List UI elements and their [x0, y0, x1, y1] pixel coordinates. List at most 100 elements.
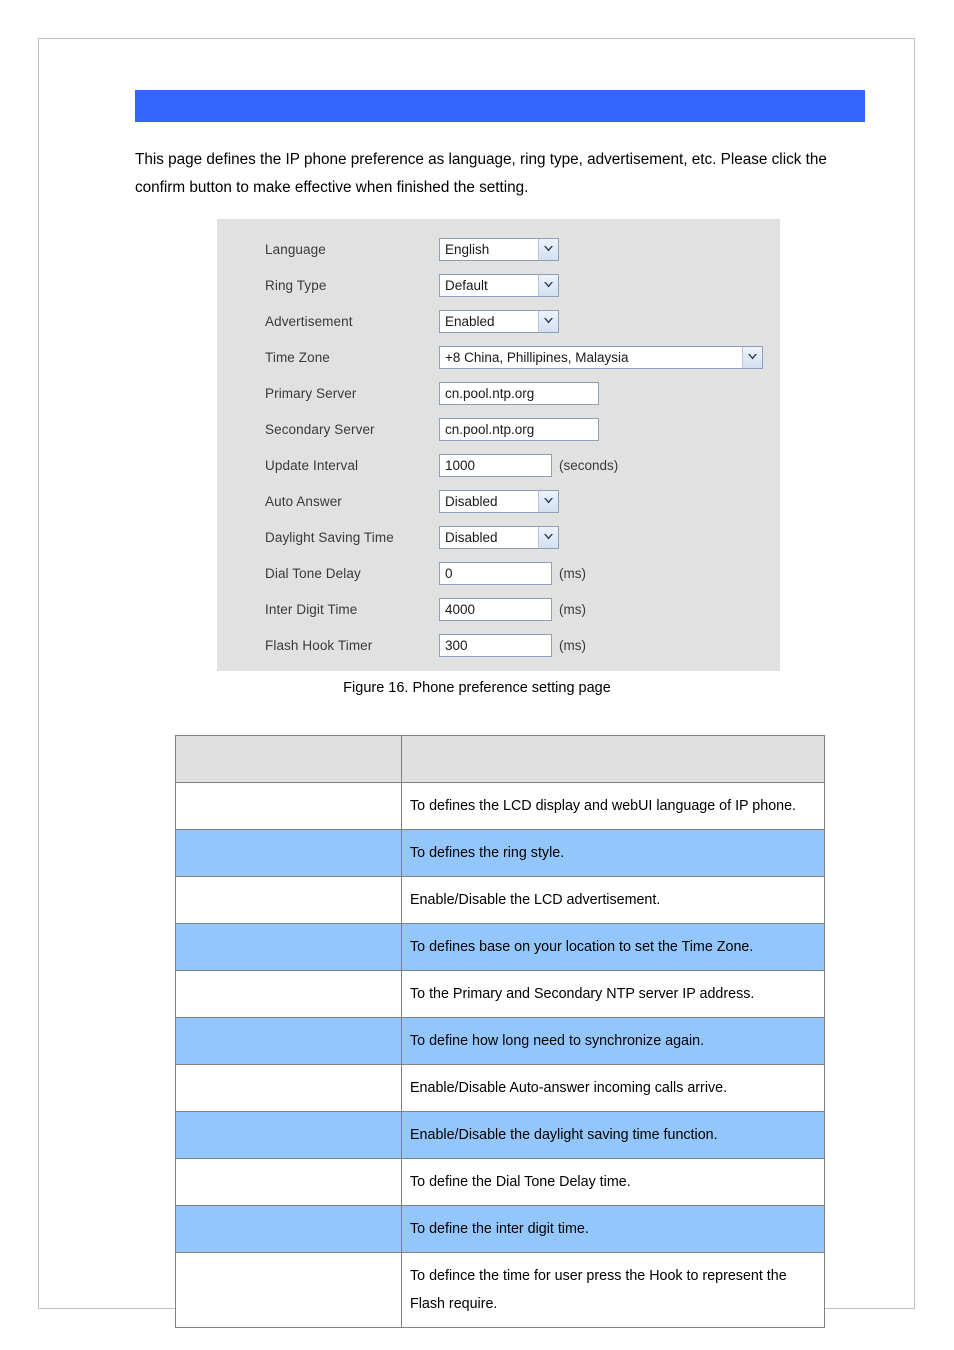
field-wrapper: +8 China, Phillipines, Malaysia [439, 345, 763, 369]
form-row: Primary Server cn.pool.ntp.org [217, 375, 780, 411]
select-time-zone[interactable]: +8 China, Phillipines, Malaysia [439, 345, 763, 369]
field-wrapper: Disabled [439, 489, 559, 513]
chevron-down-icon[interactable] [538, 490, 558, 512]
unit-label: (seconds) [559, 457, 619, 473]
form-label: Dial Tone Delay [265, 565, 361, 581]
parameter-name-cell [175, 829, 402, 877]
chevron-down-icon [544, 282, 553, 288]
table-row: To define how long need to synchronize a… [175, 1017, 825, 1065]
table-row: To define the inter digit time. [175, 1205, 825, 1253]
figure-caption: Figure 16. Phone preference setting page [343, 680, 611, 696]
select-auto-answer[interactable]: Disabled [439, 489, 559, 513]
select-value: Disabled [445, 529, 498, 545]
unit-label: (ms) [559, 565, 586, 581]
parameter-description-cell: To defines the ring style. [401, 829, 825, 877]
form-row: Advertisement Enabled [217, 303, 780, 339]
form-label: Ring Type [265, 277, 327, 293]
form-label: Inter Digit Time [265, 601, 358, 617]
field-wrapper: Default [439, 273, 559, 297]
select-value: +8 China, Phillipines, Malaysia [445, 349, 629, 365]
select-value: Disabled [445, 493, 498, 509]
input-flash-hook-timer[interactable]: 300 [439, 633, 552, 657]
field-wrapper: 300 (ms) [439, 633, 586, 657]
form-label: Auto Answer [265, 493, 342, 509]
input-update-interval[interactable]: 1000 [439, 453, 552, 477]
table-header-cell [401, 735, 825, 783]
field-wrapper: Enabled [439, 309, 559, 333]
parameter-name-cell [175, 970, 402, 1018]
chevron-down-icon[interactable] [538, 238, 558, 260]
field-wrapper: cn.pool.ntp.org [439, 417, 599, 441]
parameter-description-cell: Enable/Disable the LCD advertisement. [401, 876, 825, 924]
form-label: Flash Hook Timer [265, 637, 373, 653]
form-label: Time Zone [265, 349, 330, 365]
parameter-description-cell: Enable/Disable the daylight saving time … [401, 1111, 825, 1159]
table-row: To defines the ring style. [175, 829, 825, 877]
intro-paragraph: This page defines the IP phone preferenc… [135, 151, 827, 197]
chevron-down-icon [748, 354, 757, 360]
field-wrapper: 1000 (seconds) [439, 453, 619, 477]
form-label: Secondary Server [265, 421, 375, 437]
select-advertisement[interactable]: Enabled [439, 309, 559, 333]
chevron-down-icon[interactable] [538, 310, 558, 332]
parameter-name-cell [175, 1017, 402, 1065]
chevron-down-icon[interactable] [538, 526, 558, 548]
parameter-description-cell: To define how long need to synchronize a… [401, 1017, 825, 1065]
table-row: To the Primary and Secondary NTP server … [175, 970, 825, 1018]
chevron-down-icon[interactable] [538, 274, 558, 296]
parameter-name-cell [175, 1158, 402, 1206]
form-label: Advertisement [265, 313, 353, 329]
select-value: Default [445, 277, 488, 293]
parameter-description-cell: To define the Dial Tone Delay time. [401, 1158, 825, 1206]
table-header-row [175, 735, 825, 783]
parameter-name-cell [175, 1252, 402, 1328]
table-row: Enable/Disable the daylight saving time … [175, 1111, 825, 1159]
parameter-description-cell: To define the inter digit time. [401, 1205, 825, 1253]
parameter-name-cell [175, 1205, 402, 1253]
input-secondary-server[interactable]: cn.pool.ntp.org [439, 417, 599, 441]
select-value: Enabled [445, 313, 495, 329]
parameter-description-cell: To defines the LCD display and webUI lan… [401, 782, 825, 830]
form-row: Secondary Server cn.pool.ntp.org [217, 411, 780, 447]
parameter-description-cell: Enable/Disable Auto-answer incoming call… [401, 1064, 825, 1112]
input-dial-tone-delay[interactable]: 0 [439, 561, 552, 585]
form-row: Daylight Saving Time Disabled [217, 519, 780, 555]
form-row: Inter Digit Time 4000 (ms) [217, 591, 780, 627]
form-row: Dial Tone Delay 0 (ms) [217, 555, 780, 591]
chevron-down-icon [544, 246, 553, 252]
field-wrapper: 4000 (ms) [439, 597, 586, 621]
field-wrapper: 0 (ms) [439, 561, 586, 585]
parameter-description-cell: To defince the time for user press the H… [401, 1252, 825, 1328]
input-primary-server[interactable]: cn.pool.ntp.org [439, 381, 599, 405]
form-row: Auto Answer Disabled [217, 483, 780, 519]
select-daylight-saving-time[interactable]: Disabled [439, 525, 559, 549]
parameter-description-cell: To the Primary and Secondary NTP server … [401, 970, 825, 1018]
parameter-name-cell [175, 1111, 402, 1159]
unit-label: (ms) [559, 637, 586, 653]
chevron-down-icon[interactable] [742, 346, 762, 368]
form-label: Daylight Saving Time [265, 529, 394, 545]
parameter-name-cell [175, 876, 402, 924]
table-row: To define the Dial Tone Delay time. [175, 1158, 825, 1206]
select-value: English [445, 241, 490, 257]
phone-preference-form-panel: Language English Ring Type Default Advertise… [217, 219, 780, 671]
form-label: Primary Server [265, 385, 357, 401]
table-row: Enable/Disable Auto-answer incoming call… [175, 1064, 825, 1112]
unit-label: (ms) [559, 601, 586, 617]
select-ring-type[interactable]: Default [439, 273, 559, 297]
table-header-cell [175, 735, 402, 783]
form-row: Flash Hook Timer 300 (ms) [217, 627, 780, 663]
parameter-name-cell [175, 1064, 402, 1112]
chevron-down-icon [544, 534, 553, 540]
chevron-down-icon [544, 318, 553, 324]
parameter-description-cell: To defines base on your location to set … [401, 923, 825, 971]
select-language[interactable]: English [439, 237, 559, 261]
table-row: To defines the LCD display and webUI lan… [175, 782, 825, 830]
field-wrapper: Disabled [439, 525, 559, 549]
table-row: Enable/Disable the LCD advertisement. [175, 876, 825, 924]
input-inter-digit-time[interactable]: 4000 [439, 597, 552, 621]
form-label: Update Interval [265, 457, 359, 473]
field-wrapper: cn.pool.ntp.org [439, 381, 599, 405]
table-row: To defince the time for user press the H… [175, 1252, 825, 1328]
section-title-banner [135, 90, 865, 122]
